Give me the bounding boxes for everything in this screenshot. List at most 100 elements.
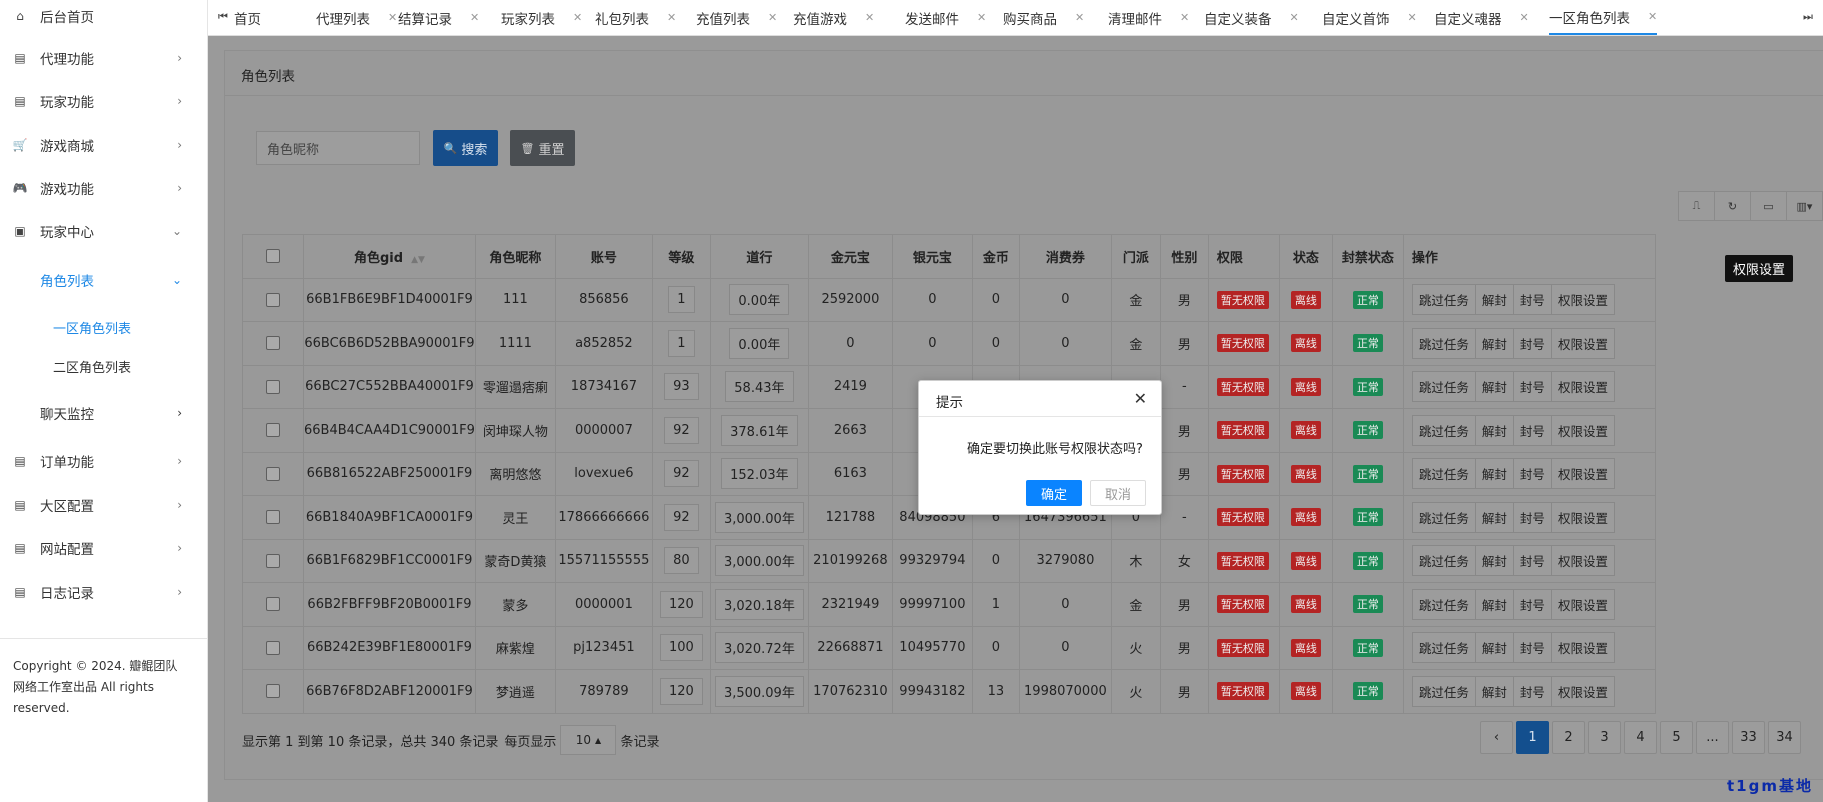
close-tab-icon[interactable]: ✕ <box>768 11 777 24</box>
sidebar-item-mall[interactable]: 🛒 游戏商城 › <box>0 129 208 161</box>
unban-button[interactable]: 解封 <box>1474 675 1514 707</box>
row-checkbox-cell[interactable] <box>242 451 304 496</box>
sidebar-item-role-list[interactable]: 角色列表 ⌄ <box>0 265 208 295</box>
page-button[interactable]: 4 <box>1624 721 1657 754</box>
skip-task-button[interactable]: 跳过任务 <box>1411 632 1476 664</box>
page-button[interactable]: ... <box>1696 721 1729 754</box>
row-checkbox-cell[interactable] <box>242 277 304 322</box>
table-row[interactable]: 66B76F8D2ABF120001F9 梦逍遥 789789 120 3,500.09… <box>242 669 1656 714</box>
confirm-button[interactable]: 确定 <box>1026 480 1082 506</box>
close-tab-icon[interactable]: ✕ <box>1520 11 1529 24</box>
table-row[interactable]: 66BC6B6D52BBA90001F9 1111 a852852 1 0.00年 0 0 0… <box>242 321 1656 366</box>
ban-button[interactable]: 封号 <box>1512 284 1552 316</box>
tab-item[interactable]: 结算记录 ✕ <box>398 0 479 35</box>
permission-settings-button[interactable]: 权限设置 <box>1550 284 1615 316</box>
select-all-checkbox[interactable] <box>266 249 280 264</box>
table-row[interactable]: 66B242E39BF1E80001F9 麻紫煌 pj123451 100 3,020.… <box>242 625 1656 670</box>
row-checkbox[interactable] <box>266 640 280 655</box>
tab-item[interactable]: 自定义魂器 ✕ <box>1434 0 1529 35</box>
unban-button[interactable]: 解封 <box>1474 414 1514 446</box>
sidebar-item-log[interactable]: ▤ 日志记录 › <box>0 576 208 608</box>
permission-settings-button[interactable]: 权限设置 <box>1550 501 1615 533</box>
close-icon[interactable]: ✕ <box>1134 389 1147 408</box>
row-checkbox-cell[interactable] <box>242 582 304 627</box>
skip-task-button[interactable]: 跳过任务 <box>1411 371 1476 403</box>
permission-settings-button[interactable]: 权限设置 <box>1550 327 1615 359</box>
ban-button[interactable]: 封号 <box>1512 458 1552 490</box>
sort-icon[interactable]: ▲▼ <box>411 255 425 265</box>
tab-item[interactable]: 首页 <box>234 0 261 35</box>
cancel-button[interactable]: 取消 <box>1090 480 1146 506</box>
close-tab-icon[interactable]: ✕ <box>667 11 676 24</box>
row-checkbox-cell[interactable] <box>242 669 304 714</box>
nickname-search-input[interactable]: 角色昵称 <box>256 131 420 165</box>
tab-item[interactable]: 购买商品 ✕ <box>1003 0 1084 35</box>
tab-item[interactable]: 发送邮件 ✕ <box>905 0 986 35</box>
row-checkbox[interactable] <box>266 336 280 351</box>
table-row[interactable]: 66B1FB6E9BF1D40001F9 111 856856 1 0.00年 25920… <box>242 277 1656 322</box>
unban-button[interactable]: 解封 <box>1474 501 1514 533</box>
ban-button[interactable]: 封号 <box>1512 414 1552 446</box>
permission-settings-button[interactable]: 权限设置 <box>1550 675 1615 707</box>
page-button[interactable]: 33 <box>1732 721 1765 754</box>
table-row[interactable]: 66B1F6829BF1CC0001F9 蒙奇D黄猿 15571155555 80 3,… <box>242 538 1656 583</box>
ban-button[interactable]: 封号 <box>1512 327 1552 359</box>
row-checkbox[interactable] <box>266 423 280 438</box>
ban-button[interactable]: 封号 <box>1512 632 1552 664</box>
tab-item[interactable]: 代理列表 ✕ <box>316 0 397 35</box>
unban-button[interactable]: 解封 <box>1474 327 1514 359</box>
prev-page-button[interactable]: ‹ <box>1480 721 1513 754</box>
page-button[interactable]: 3 <box>1588 721 1621 754</box>
tab-item[interactable]: 充值列表 ✕ <box>696 0 777 35</box>
sidebar-item-role-list-zone1[interactable]: 一区角色列表 <box>0 313 208 341</box>
skip-task-button[interactable]: 跳过任务 <box>1411 414 1476 446</box>
reset-button[interactable]: 🗑 重置 <box>510 130 575 166</box>
ban-button[interactable]: 封号 <box>1512 675 1552 707</box>
row-checkbox[interactable] <box>266 466 280 481</box>
sidebar-item-game[interactable]: 🎮 游戏功能 › <box>0 172 208 204</box>
ban-button[interactable]: 封号 <box>1512 545 1552 577</box>
skip-task-button[interactable]: 跳过任务 <box>1411 588 1476 620</box>
search-button[interactable]: 🔍 搜索 <box>433 130 498 166</box>
skip-task-button[interactable]: 跳过任务 <box>1411 458 1476 490</box>
skip-task-button[interactable]: 跳过任务 <box>1411 284 1476 316</box>
sidebar-item-player[interactable]: ▤ 玩家功能 › <box>0 85 208 117</box>
unban-button[interactable]: 解封 <box>1474 545 1514 577</box>
permission-settings-button[interactable]: 权限设置 <box>1550 632 1615 664</box>
skip-task-button[interactable]: 跳过任务 <box>1411 327 1476 359</box>
refresh-icon[interactable]: ↻ <box>1714 191 1751 221</box>
row-checkbox[interactable] <box>266 553 280 568</box>
close-tab-icon[interactable]: ✕ <box>470 11 479 24</box>
close-tab-icon[interactable]: ✕ <box>1408 11 1417 24</box>
permission-settings-button[interactable]: 权限设置 <box>1550 414 1615 446</box>
row-checkbox-cell[interactable] <box>242 321 304 366</box>
page-button[interactable]: 2 <box>1552 721 1585 754</box>
permission-settings-button[interactable]: 权限设置 <box>1550 371 1615 403</box>
ban-button[interactable]: 封号 <box>1512 588 1552 620</box>
row-checkbox-cell[interactable] <box>242 538 304 583</box>
unban-button[interactable]: 解封 <box>1474 284 1514 316</box>
ban-button[interactable]: 封号 <box>1512 371 1552 403</box>
tab-scroll-right-icon[interactable]: ⏭ <box>1793 0 1823 34</box>
row-checkbox[interactable] <box>266 510 280 525</box>
permission-settings-button[interactable]: 权限设置 <box>1550 458 1615 490</box>
row-checkbox-cell[interactable] <box>242 495 304 540</box>
row-checkbox[interactable] <box>266 597 280 612</box>
close-tab-icon[interactable]: ✕ <box>1075 11 1084 24</box>
fullscreen-icon[interactable]: ▭ <box>1750 191 1787 221</box>
sidebar-item-site-config[interactable]: ▤ 网站配置 › <box>0 532 208 564</box>
tab-item[interactable]: 自定义装备 ✕ <box>1204 0 1299 35</box>
select-all-checkbox-cell[interactable] <box>242 234 304 279</box>
close-tab-icon[interactable]: ✕ <box>573 11 582 24</box>
sidebar-item-zone-config[interactable]: ▤ 大区配置 › <box>0 489 208 521</box>
permission-settings-button[interactable]: 权限设置 <box>1550 588 1615 620</box>
toggle-view-icon[interactable]: ⎍ <box>1678 191 1715 221</box>
sidebar-item-home[interactable]: ⌂ 后台首页 <box>0 0 208 32</box>
skip-task-button[interactable]: 跳过任务 <box>1411 545 1476 577</box>
table-row[interactable]: 66B2FBFF9BF20B0001F9 蒙多 0000001 120 3,020.18… <box>242 582 1656 627</box>
permission-settings-button[interactable]: 权限设置 <box>1550 545 1615 577</box>
page-button[interactable]: 34 <box>1768 721 1801 754</box>
sidebar-item-player-center[interactable]: ▣ 玩家中心 ⌄ <box>0 215 208 247</box>
page-size-select[interactable]: 10 ▲ <box>560 725 617 755</box>
row-checkbox-cell[interactable] <box>242 408 304 453</box>
